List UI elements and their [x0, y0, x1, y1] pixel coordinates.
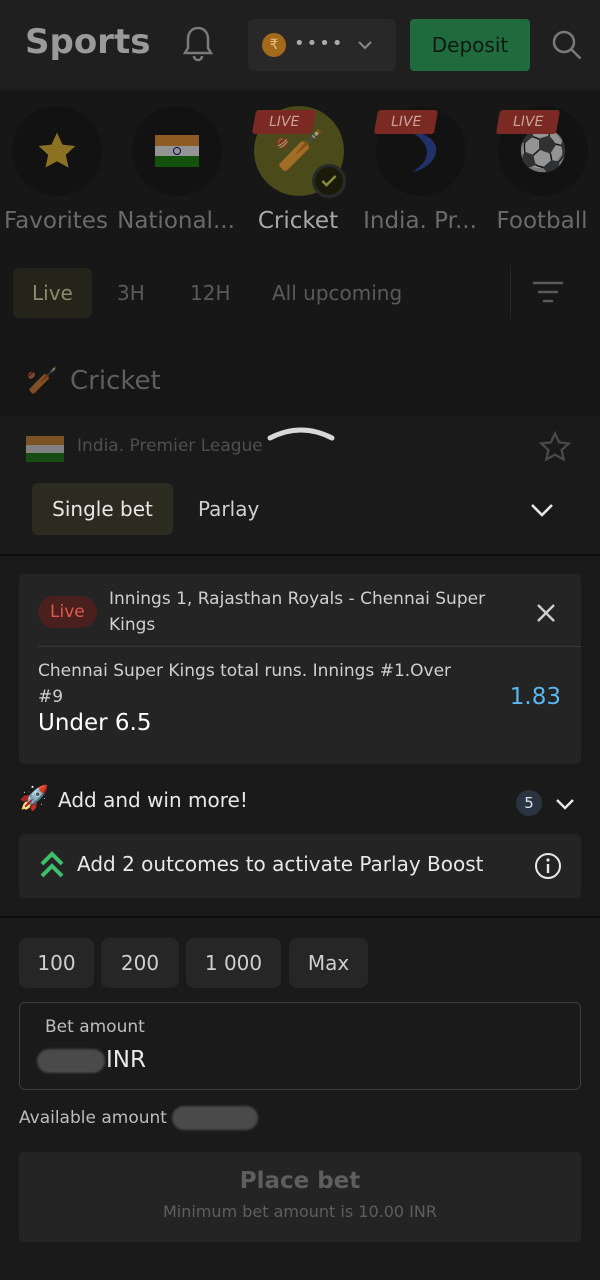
rocket-icon: 🚀 [19, 784, 49, 812]
tab-single-bet[interactable]: Single bet [32, 483, 173, 535]
market-name: Chennai Super Kings total runs. Innings … [38, 661, 452, 707]
chevron-down-icon[interactable] [528, 496, 556, 524]
sport-label: Football [496, 208, 588, 234]
sport-item-ipl[interactable]: LIVE India. Pr... [362, 106, 478, 246]
sport-label: Favorites [4, 208, 108, 234]
parlay-boost-banner: Add 2 outcomes to activate Parlay Boost [19, 834, 581, 898]
favorite-star-icon[interactable] [538, 430, 572, 464]
quick-amount-100[interactable]: 100 [19, 938, 94, 988]
boost-arrows-icon [40, 851, 64, 878]
odds-value: 1.83 [509, 684, 561, 710]
rupee-coin-icon: ₹ [262, 33, 286, 57]
background-page: Sports ₹ •••• Deposit Favorites National… [0, 0, 600, 470]
count-badge: 5 [516, 790, 542, 816]
section-title: 🏏 Cricket [26, 366, 161, 396]
search-icon[interactable] [550, 28, 584, 62]
check-icon [312, 164, 346, 198]
sports-carousel: Favorites National... 🏏 LIVE Cricket LIV… [0, 90, 600, 254]
available-amount-label: Available amount [19, 1108, 167, 1128]
add-and-win-row[interactable]: 🚀 Add and win more! 5 [19, 782, 581, 822]
divider [0, 916, 600, 918]
sport-item-football[interactable]: ⚽ LIVE Football [484, 106, 600, 246]
star-icon [38, 132, 76, 168]
sport-item-cricket[interactable]: 🏏 LIVE Cricket [240, 106, 356, 246]
sport-item-national[interactable]: National... [117, 106, 235, 246]
live-tag: LIVE [373, 110, 439, 134]
sport-item-favorites[interactable]: Favorites [0, 106, 114, 246]
india-flag-icon [26, 436, 64, 462]
outcome-name: Under 6.5 [38, 710, 152, 736]
divider [510, 266, 511, 318]
india-flag-icon [155, 135, 199, 167]
ipl-icon [410, 132, 437, 172]
sport-label: India. Pr... [363, 208, 477, 234]
bet-selection-card: Live Innings 1, Rajasthan Royals - Chenn… [19, 574, 581, 764]
live-tag: LIVE [251, 110, 317, 134]
balance-selector[interactable]: ₹ •••• [248, 19, 396, 71]
minimum-bet-note: Minimum bet amount is 10.00 INR [163, 1202, 437, 1221]
time-filter-bar: Live 3H 12H All upcoming [0, 254, 600, 330]
info-icon[interactable] [534, 852, 562, 880]
masked-amount [37, 1049, 105, 1073]
betslip-sheet: Single bet Parlay Live Innings 1, Rajast… [0, 464, 600, 1280]
place-bet-label: Place bet [239, 1168, 361, 1194]
notification-bell-icon[interactable] [180, 24, 216, 64]
live-badge: Live [38, 596, 97, 628]
cricket-bat-icon: 🏏 [26, 366, 59, 396]
betslip-tabs: Single bet Parlay [0, 464, 600, 554]
league-name: India. Premier League [77, 436, 263, 456]
quick-amount-1000[interactable]: 1 000 [186, 938, 281, 988]
filter-icon[interactable] [530, 274, 566, 310]
sport-label: National... [117, 208, 235, 234]
divider [38, 646, 581, 647]
place-bet-button[interactable]: Place bet Minimum bet amount is 10.00 IN… [19, 1152, 581, 1242]
chevron-down-icon [358, 41, 372, 50]
filter-live[interactable]: Live [13, 268, 92, 318]
filter-12h[interactable]: 12H [190, 268, 231, 318]
tab-parlay[interactable]: Parlay [198, 483, 259, 535]
chevron-down-icon [556, 799, 574, 810]
add-and-win-label: Add and win more! [58, 788, 248, 812]
match-name: Innings 1, Rajasthan Royals - Chennai Su… [109, 589, 486, 635]
bet-amount-label: Bet amount [45, 1017, 145, 1037]
bet-amount-field[interactable]: Bet amount INR [19, 1002, 581, 1090]
amount-currency: INR [106, 1047, 146, 1073]
sport-label: Cricket [257, 208, 339, 234]
live-tag: LIVE [495, 110, 561, 134]
filter-all-upcoming[interactable]: All upcoming [272, 268, 402, 318]
filter-3h[interactable]: 3H [117, 268, 145, 318]
divider [0, 554, 600, 556]
quick-amount-max[interactable]: Max [289, 938, 368, 988]
quick-amount-200[interactable]: 200 [101, 938, 179, 988]
drag-handle[interactable] [266, 424, 336, 444]
deposit-button[interactable]: Deposit [410, 19, 530, 71]
hidden-balance: •••• [294, 33, 345, 54]
boost-text: Add 2 outcomes to activate Parlay Boost [77, 852, 484, 876]
masked-available-amount [172, 1106, 258, 1130]
top-bar: Sports ₹ •••• Deposit [0, 0, 600, 90]
close-icon[interactable] [533, 600, 559, 626]
page-title: Sports [25, 22, 151, 62]
